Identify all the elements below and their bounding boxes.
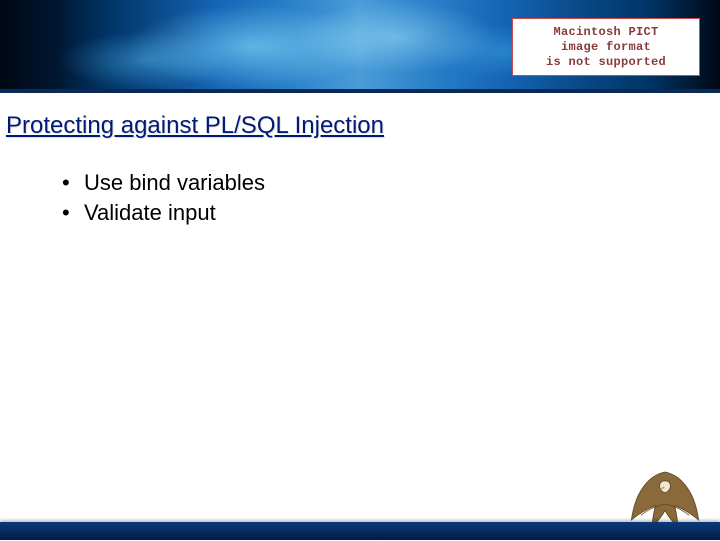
pict-line: is not supported <box>546 55 666 70</box>
footer-banner <box>0 522 720 540</box>
header-banner: Macintosh PICT image format is not suppo… <box>0 0 720 93</box>
bullet-text: Use bind variables <box>84 170 265 195</box>
bullet-text: Validate input <box>84 200 216 225</box>
slide-title: Protecting against PL/SQL Injection <box>6 112 384 140</box>
header-banner-border <box>0 89 720 93</box>
pict-line: image format <box>561 40 651 55</box>
pict-line: Macintosh PICT <box>553 25 658 40</box>
bullet-item: Validate input <box>62 198 265 228</box>
bullet-item: Use bind variables <box>62 168 265 198</box>
bullet-list: Use bind variables Validate input <box>62 168 265 227</box>
pict-placeholder: Macintosh PICT image format is not suppo… <box>512 18 700 76</box>
